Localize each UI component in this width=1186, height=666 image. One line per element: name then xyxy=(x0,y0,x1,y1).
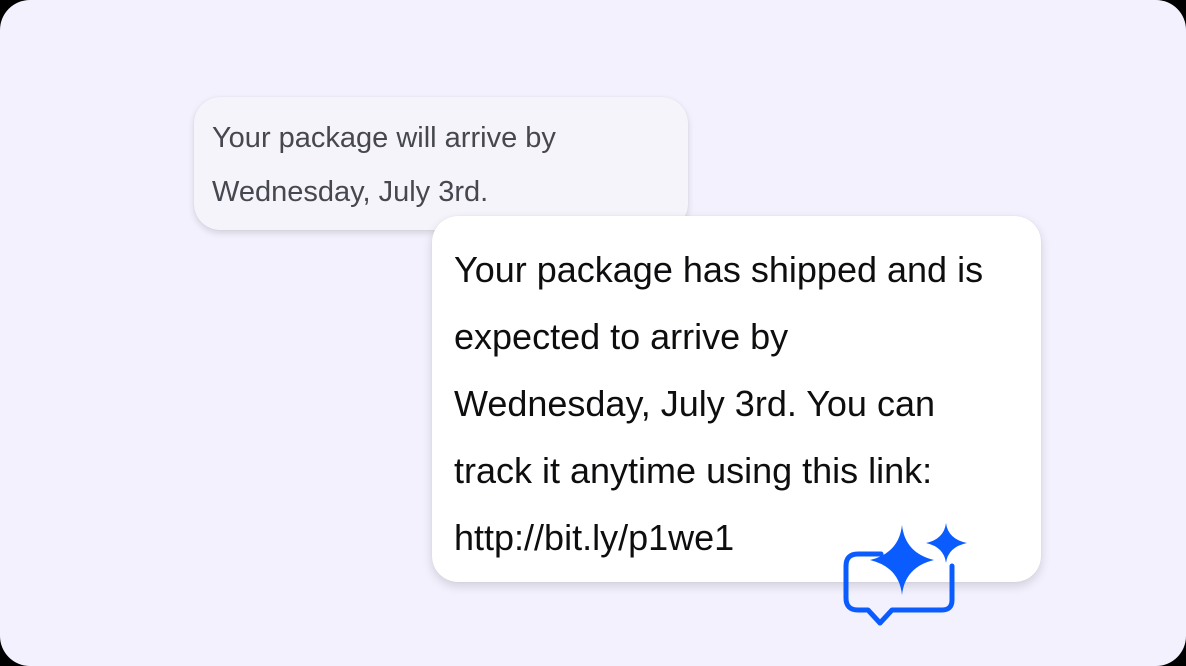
original-message-line: Your package will arrive by xyxy=(212,122,556,154)
rewritten-message-line: Your package has shipped and is xyxy=(454,249,984,290)
rewritten-message-line: expected to arrive by xyxy=(454,316,789,357)
sparkle-chat-bubble-icon xyxy=(843,523,967,626)
original-message-bubble: Your package will arrive by Wednesday, J… xyxy=(194,97,688,230)
original-message-line: Wednesday, July 3rd. xyxy=(212,176,489,208)
rewritten-message-line: track it anytime using this link: xyxy=(454,450,933,491)
rewritten-message-line: Wednesday, July 3rd. You can xyxy=(454,383,935,424)
canvas: Your package will arrive by Wednesday, J… xyxy=(0,0,1186,666)
